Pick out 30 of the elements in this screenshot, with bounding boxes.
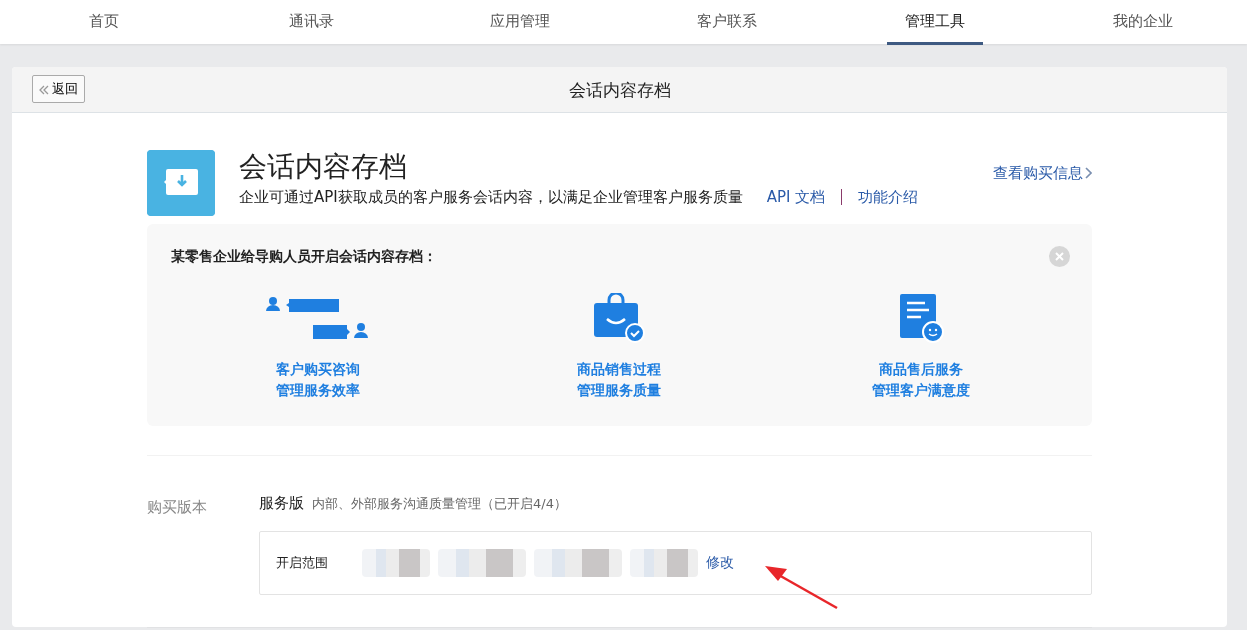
app-description: 企业可通过API获取成员的客户服务会话内容，以满足企业管理客户服务质量 bbox=[239, 187, 743, 208]
back-button[interactable]: 返回 bbox=[32, 75, 85, 103]
version-detail: 内部、外部服务沟通质量管理（已开启4/4） bbox=[312, 495, 567, 513]
feature-intro-link[interactable]: 功能介绍 bbox=[858, 186, 919, 209]
close-icon[interactable] bbox=[1049, 246, 1070, 267]
purchase-info-link[interactable]: 查看购买信息 bbox=[993, 161, 1092, 184]
shopping-bag-icon bbox=[593, 293, 646, 343]
nav-tab[interactable]: 客户联系 bbox=[623, 0, 832, 44]
scenario-caption: 商品售后服务 管理客户满意度 bbox=[872, 360, 971, 400]
document-smile-icon bbox=[897, 293, 946, 343]
edit-link[interactable]: 修改 bbox=[706, 552, 734, 573]
archive-download-icon bbox=[147, 150, 215, 216]
scenario-caption: 客户购买咨询 管理服务效率 bbox=[275, 360, 360, 400]
redacted-member-chip bbox=[630, 548, 698, 577]
page-title: 会话内容存档 bbox=[568, 80, 671, 100]
api-doc-link[interactable]: API 文档 bbox=[766, 186, 826, 209]
nav-tab[interactable]: 应用管理 bbox=[415, 0, 624, 44]
app-title: 会话内容存档 bbox=[239, 150, 407, 184]
example-title: 某零售企业给导购人员开启会话内容存档： bbox=[171, 248, 437, 264]
scenario-caption: 商品销售过程 管理服务质量 bbox=[577, 360, 662, 400]
nav-tab[interactable]: 管理工具 bbox=[831, 0, 1040, 44]
redacted-member-chip bbox=[362, 548, 430, 577]
scope-label: 开启范围 bbox=[276, 553, 329, 572]
version-name: 服务版 bbox=[259, 493, 304, 514]
chevron-icon bbox=[1085, 167, 1092, 179]
nav-tab[interactable]: 通讯录 bbox=[207, 0, 416, 44]
nav-tab[interactable]: 首页 bbox=[0, 0, 208, 44]
field-label: 购买版本 bbox=[147, 497, 208, 518]
nav-tab[interactable]: 我的企业 bbox=[1039, 0, 1247, 44]
double-chevron-icon bbox=[39, 84, 49, 95]
